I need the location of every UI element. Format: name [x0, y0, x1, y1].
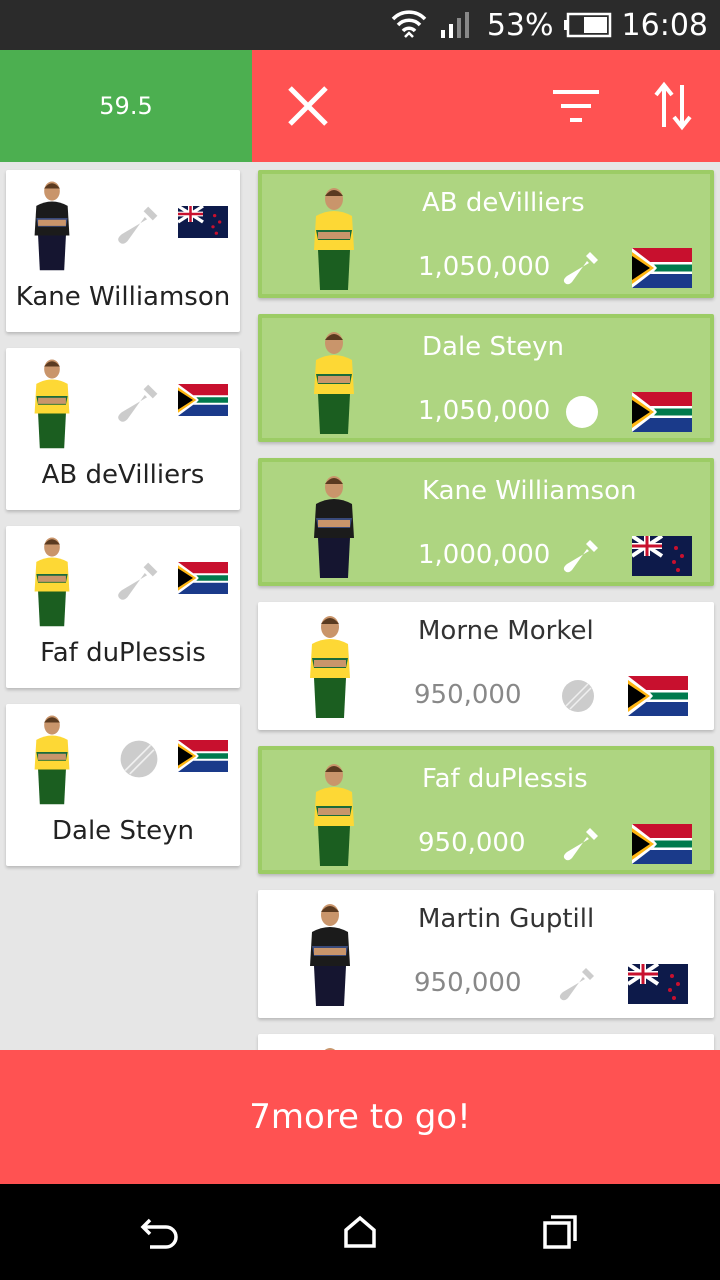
south-africa-flag-icon: [632, 248, 692, 288]
player-avatar: [302, 900, 358, 1008]
team-player-name: Dale Steyn: [52, 816, 194, 846]
filter-button[interactable]: [548, 50, 604, 162]
close-icon: [288, 86, 328, 126]
player-card-partial[interactable]: [258, 1034, 714, 1050]
player-card-kane-williamson[interactable]: Kane Williamson 1,000,000: [258, 458, 714, 586]
selected-team-list: Kane Williamson AB deVilliers Faf duPles…: [0, 162, 252, 1050]
status-bar: 53% 16:08: [0, 0, 720, 50]
remaining-text: 7more to go!: [249, 1097, 471, 1137]
back-icon: [140, 1218, 178, 1249]
player-price: 950,000: [418, 828, 526, 858]
player-list: AB deVilliers 1,050,000 Dale Steyn 1,050,0…: [252, 162, 720, 1050]
player-avatar: [306, 760, 362, 868]
player-price: 1,000,000: [418, 540, 551, 570]
team-card-dale-steyn[interactable]: Dale Steyn: [6, 704, 240, 866]
action-toolbar: [252, 50, 720, 162]
team-card-ab-devilliers[interactable]: AB deVilliers: [6, 348, 240, 510]
player-price: 1,050,000: [418, 396, 551, 426]
signal-icon: [440, 12, 469, 38]
south-africa-flag-icon: [178, 562, 228, 594]
home-button[interactable]: [330, 1204, 390, 1260]
player-price: 950,000: [414, 680, 522, 710]
team-player-name: Kane Williamson: [15, 282, 231, 312]
ball-icon: [558, 676, 598, 716]
team-card-faf-duplessis[interactable]: Faf duPlessis: [6, 526, 240, 688]
bat-icon: [562, 824, 602, 864]
bat-icon: [562, 536, 602, 576]
player-price: 950,000: [414, 968, 522, 998]
south-africa-flag-icon: [178, 384, 228, 416]
recents-button[interactable]: [530, 1204, 590, 1260]
player-card-martin-guptill[interactable]: Martin Guptill 950,000: [258, 890, 714, 1018]
bat-icon: [562, 248, 602, 288]
bat-icon: [116, 380, 162, 426]
team-player-name: AB deVilliers: [41, 460, 205, 490]
player-avatar: [306, 472, 362, 580]
battery-icon: [563, 12, 611, 38]
new-zealand-flag-icon: [626, 962, 688, 1004]
player-card-dale-steyn[interactable]: Dale Steyn 1,050,000: [258, 314, 714, 442]
player-avatar: [306, 184, 362, 292]
player-avatar: [26, 356, 78, 450]
player-name: AB deVilliers: [422, 188, 585, 218]
sort-icon: [654, 81, 692, 131]
budget-value: 59.5: [99, 92, 153, 120]
player-name: Morne Morkel: [418, 616, 594, 646]
battery-percent: 53%: [486, 7, 554, 43]
budget-display: 59.5: [0, 50, 252, 162]
new-zealand-flag-icon: [177, 204, 228, 238]
player-price: 1,050,000: [418, 252, 551, 282]
bat-icon: [558, 964, 598, 1004]
player-card-ab-devilliers[interactable]: AB deVilliers 1,050,000: [258, 170, 714, 298]
player-card-morne-morkel[interactable]: Morne Morkel 950,000: [258, 602, 714, 730]
back-button[interactable]: [130, 1204, 190, 1260]
bat-icon: [116, 202, 162, 248]
home-icon: [344, 1215, 376, 1248]
navigation-bar: [0, 1184, 720, 1280]
south-africa-flag-icon: [628, 676, 688, 716]
player-avatar: [26, 712, 78, 806]
recents-icon: [543, 1215, 577, 1249]
remaining-banner[interactable]: 7more to go!: [0, 1050, 720, 1184]
south-africa-flag-icon: [632, 392, 692, 432]
team-player-name: Faf duPlessis: [40, 638, 206, 668]
player-avatar: [26, 178, 78, 272]
south-africa-flag-icon: [632, 824, 692, 864]
player-name: Faf duPlessis: [422, 764, 588, 794]
player-avatar: [26, 534, 78, 628]
wifi-icon: [391, 10, 427, 38]
south-africa-flag-icon: [178, 740, 228, 772]
team-card-kane-williamson[interactable]: Kane Williamson: [6, 170, 240, 332]
clock: 16:08: [621, 7, 708, 43]
player-name: Dale Steyn: [422, 332, 564, 362]
filter-icon: [553, 90, 599, 122]
player-avatar: [302, 612, 358, 720]
close-button[interactable]: [282, 50, 334, 162]
player-avatar: [306, 328, 362, 436]
sort-button[interactable]: [648, 50, 698, 162]
player-card-faf-duplessis[interactable]: Faf duPlessis 950,000: [258, 746, 714, 874]
player-name: Martin Guptill: [418, 904, 595, 934]
ball-icon: [562, 392, 602, 432]
player-name: Kane Williamson: [422, 476, 637, 506]
new-zealand-flag-icon: [630, 534, 692, 576]
ball-icon: [116, 736, 162, 782]
bat-icon: [116, 558, 162, 604]
